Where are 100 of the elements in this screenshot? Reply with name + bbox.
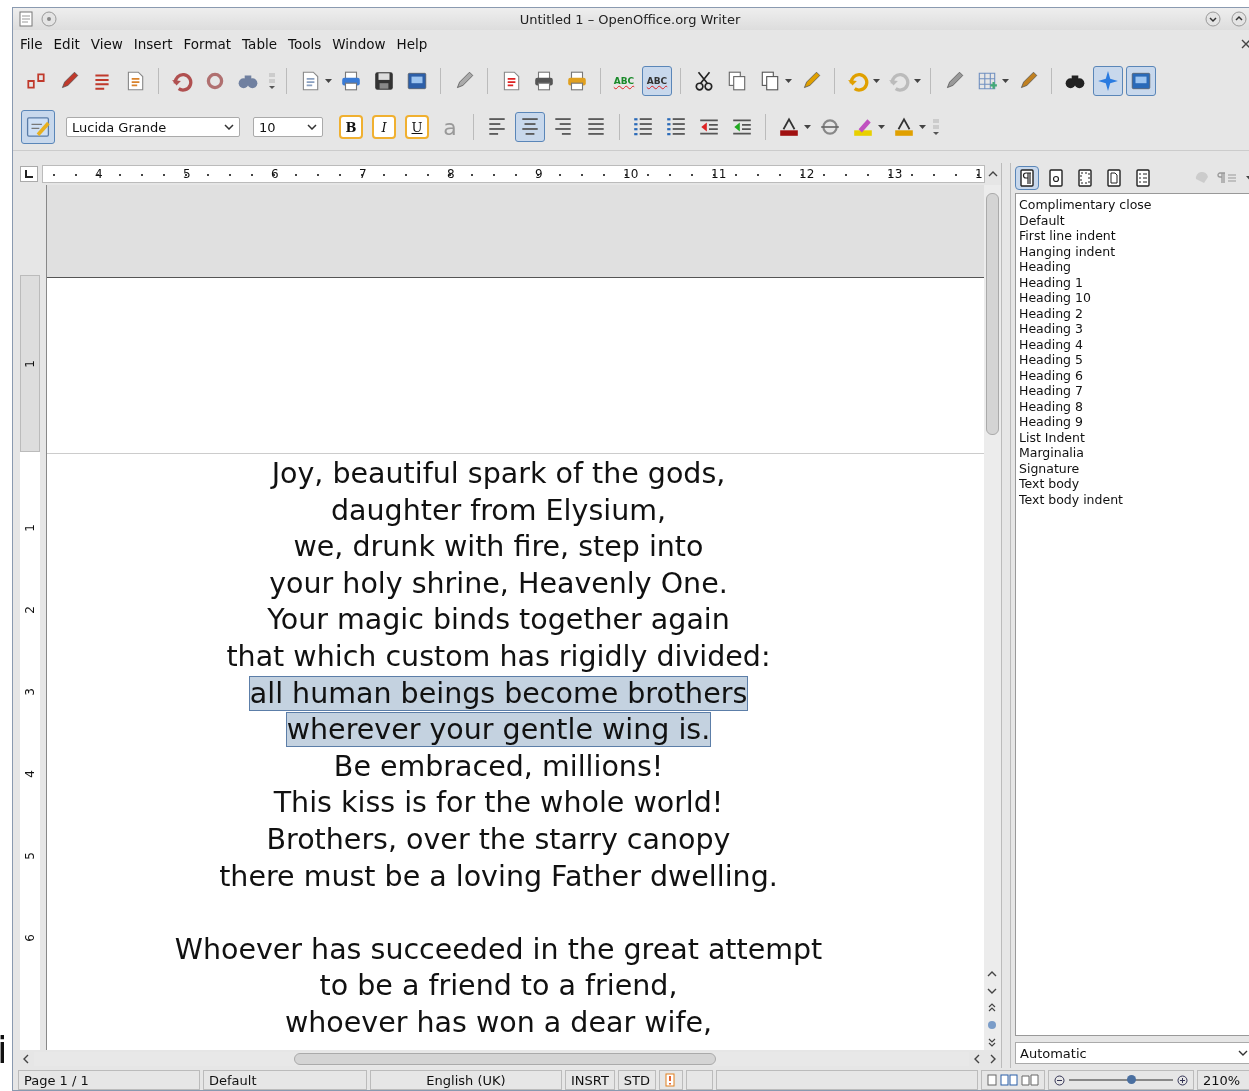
page-style[interactable]: Default [203,1070,367,1090]
style-item[interactable]: Text body indent [1019,491,1249,507]
style-item[interactable]: First line indent [1019,228,1249,244]
poem-line: daughter from Elysium, [330,493,667,527]
minimize-icon[interactable] [1205,11,1221,27]
zoom-out-icon[interactable] [1054,1074,1066,1086]
caret-icon[interactable] [1002,79,1009,83]
underline-button[interactable]: U [405,115,429,139]
left-tab-icon [25,170,33,178]
menu-item[interactable]: Format [183,36,232,52]
ruler-number: 8 [447,168,456,180]
poem-line: to be a friend to a friend, [319,969,678,1003]
style-item[interactable]: Heading 9 [1019,414,1249,430]
status-field [686,1070,714,1090]
style-item[interactable]: Heading 4 [1019,336,1249,352]
font-size-field[interactable]: 10 [253,117,323,137]
single-page-icon[interactable] [987,1074,998,1086]
style-item[interactable]: Heading 10 [1019,290,1249,306]
style-item[interactable]: Heading 2 [1019,305,1249,321]
style-filter-dropdown[interactable]: Automatic [1015,1042,1249,1064]
style-item[interactable]: Complimentary close [1019,197,1249,213]
ruler-number: 13 [887,168,904,180]
style-item[interactable]: Text body [1019,476,1249,492]
style-item[interactable]: Heading 3 [1019,321,1249,337]
background-letter: i [0,1031,8,1069]
caret-icon[interactable] [878,125,885,129]
italic-button[interactable]: I [372,115,396,139]
zoom-level[interactable]: 210% [1197,1070,1249,1090]
style-item[interactable]: Signature [1019,460,1249,476]
book-view-icon[interactable] [1021,1074,1040,1086]
menu-item[interactable]: Help [396,36,428,52]
scroll-down-icon[interactable] [987,986,997,995]
ruler-number: 9 [535,168,544,180]
style-item[interactable]: Heading 5 [1019,352,1249,368]
style-item[interactable]: Hanging indent [1019,243,1249,259]
style-item[interactable]: Heading 1 [1019,274,1249,290]
paragraph-styles-button[interactable] [1015,166,1039,190]
style-item[interactable]: Default [1019,212,1249,228]
ruler-number: 3 [24,688,36,696]
scroll-left-icon[interactable] [22,1054,30,1064]
style-item[interactable]: Heading 6 [1019,367,1249,383]
scroll-left-icon[interactable] [973,1054,981,1064]
styles-icon[interactable] [21,110,55,144]
document-page[interactable] [47,278,984,1050]
poem-line: Be embraced, millions! [333,749,664,783]
menu-item[interactable]: Tools [288,36,322,52]
ruler-number: 1 [975,168,983,180]
scroll-thumb[interactable] [294,1053,716,1065]
align-center-icon[interactable] [515,112,545,142]
scroll-thumb[interactable] [986,193,999,435]
caret-icon[interactable] [914,79,921,83]
caret-icon[interactable] [785,79,792,83]
caret-icon[interactable] [919,125,926,129]
style-item[interactable]: Heading 8 [1019,398,1249,414]
page-count: Page 1 / 1 [18,1070,200,1090]
poem-line: Brothers, over the starry canopy [266,822,731,856]
previous-page-icon[interactable] [987,1002,997,1013]
poem-line: This kiss is for the whole world! [273,786,724,820]
gallery-icon[interactable] [1126,66,1156,96]
ruler-number: 11 [711,168,728,180]
bold-button[interactable]: B [339,115,363,139]
menu-item[interactable]: File [20,36,43,52]
insert-mode[interactable]: INSRT [565,1070,615,1090]
window-title: Untitled 1 – OpenOffice.org Writer [518,11,742,27]
menu-item[interactable]: Table [242,36,278,52]
poem-line: we, drunk with fire, step into [293,530,704,564]
spellcheck-button[interactable]: ABC [609,66,639,96]
style-item[interactable]: Marginalia [1019,445,1249,461]
menu-item[interactable]: Insert [133,36,173,52]
scroll-up-icon[interactable] [987,969,997,978]
style-item[interactable]: Heading 7 [1019,383,1249,399]
caret-icon[interactable] [873,79,880,83]
two-pages-icon[interactable] [1000,1074,1019,1086]
font-name-field[interactable]: Lucida Grande [66,117,240,137]
menu-item[interactable]: Window [332,36,386,52]
zoom-in-icon[interactable] [1177,1074,1189,1086]
autospell-button[interactable]: ABC [642,66,672,96]
tab-stop-selector[interactable] [20,166,38,182]
language[interactable]: English (UK) [370,1070,562,1090]
horizontal-ruler[interactable]: 4 5 6 7 8 9 10 11 12 13 1 [42,165,985,183]
close-icon[interactable] [1241,39,1249,49]
caret-icon[interactable] [325,79,332,83]
maximize-icon[interactable] [1231,11,1247,27]
ruler-number: 6 [24,934,36,942]
scroll-up-icon[interactable] [988,170,998,178]
toolbar-handle-icon[interactable] [930,116,942,138]
style-item[interactable]: List Indent [1019,429,1249,445]
ruler-number: 4 [24,770,36,778]
selection-mode[interactable]: STD [617,1070,657,1090]
poem-line: that which custom has rigidly divided: [226,639,771,673]
scroll-right-icon[interactable] [989,1054,997,1064]
caret-icon[interactable] [804,125,811,129]
ruler-number: 1 [24,359,36,368]
poem-line: there must be a loving Father dwelling. [219,859,778,893]
toolbar-handle-icon[interactable] [266,70,278,92]
menu-item[interactable]: View [90,36,123,52]
style-item[interactable]: Heading [1019,259,1249,275]
menu-item[interactable]: Edit [53,36,80,52]
slider-thumb[interactable] [1127,1075,1137,1084]
next-page-icon[interactable] [987,1036,997,1047]
